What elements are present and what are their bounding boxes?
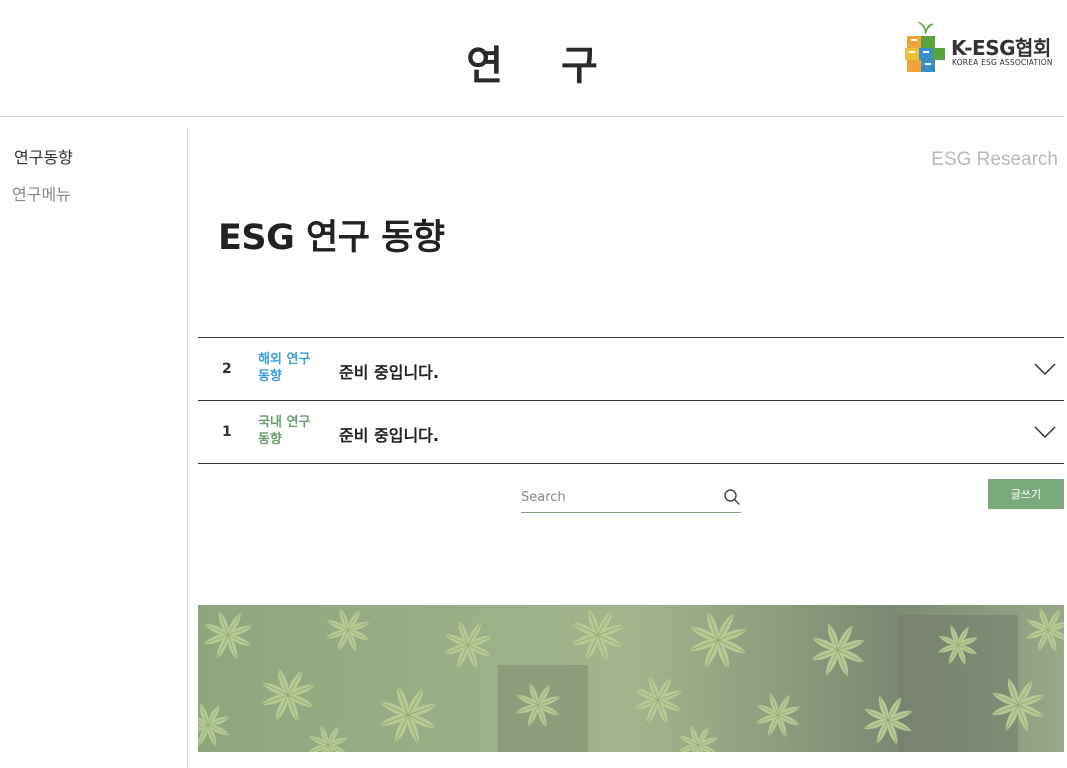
logo-subtitle: KOREA ESG ASSOCIATION: [952, 58, 1053, 67]
search-icon[interactable]: [723, 488, 741, 506]
row-number: 2: [222, 361, 232, 377]
logo-mark-icon: [905, 22, 945, 72]
row-category: 국내 연구 동향: [258, 415, 311, 447]
list-item[interactable]: 1 국내 연구 동향 준비 중입니다.: [198, 401, 1064, 464]
write-button[interactable]: 글쓰기: [988, 479, 1064, 509]
sidebar: 연구동향 연구메뉴: [0, 127, 188, 768]
search-input[interactable]: [521, 485, 711, 509]
chevron-down-icon[interactable]: [1034, 362, 1056, 376]
row-title[interactable]: 준비 중입니다.: [339, 359, 439, 383]
logo-name: K-ESG협회: [951, 36, 1051, 60]
list-item[interactable]: 2 해외 연구 동향 준비 중입니다.: [198, 338, 1064, 401]
sidebar-item-research-menu[interactable]: 연구메뉴: [12, 181, 71, 205]
row-category: 해외 연구 동향: [258, 352, 311, 384]
foliage-banner-image: [198, 605, 1064, 752]
row-number: 1: [222, 424, 232, 440]
row-title[interactable]: 준비 중입니다.: [339, 422, 439, 446]
search-box: [521, 482, 741, 513]
chevron-down-icon[interactable]: [1034, 425, 1056, 439]
section-title: ESG 연구 동향: [218, 218, 445, 258]
english-section-title: ESG Research: [931, 149, 1058, 170]
foliage-illustration: [198, 605, 1064, 752]
research-list: 2 해외 연구 동향 준비 중입니다. 1 국내 연구 동향 준비 중입니다.: [198, 337, 1064, 464]
sidebar-item-research-trends[interactable]: 연구동향: [14, 144, 73, 168]
page-header: 연 구 K-ESG협회 KOREA ESG ASSOCIATION: [0, 0, 1064, 117]
association-logo[interactable]: K-ESG협회 KOREA ESG ASSOCIATION: [903, 18, 1065, 76]
